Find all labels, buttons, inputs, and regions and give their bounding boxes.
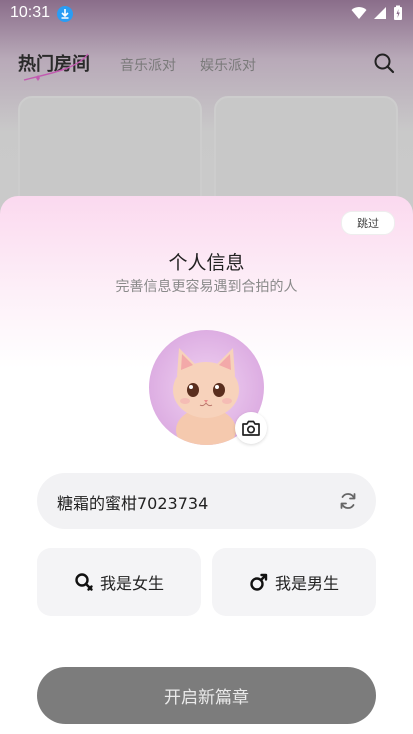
- battery-icon: [394, 5, 402, 20]
- sheet-subtitle: 完善信息更容易遇到合拍的人: [115, 279, 298, 295]
- tab-music-party[interactable]: 音乐派对: [120, 55, 176, 75]
- profile-sheet: 跳过 个人信息 完善信息更容易遇到合拍的人 糖霜的蜜柑7023734 我是女生 …: [0, 196, 413, 734]
- status-icons: [351, 5, 403, 21]
- nickname-field[interactable]: 糖霜的蜜柑7023734: [37, 473, 376, 529]
- male-label: 我是男生: [274, 574, 339, 593]
- download-icon: [57, 6, 73, 22]
- status-time: 10:31: [10, 4, 51, 21]
- tab-underline-decoration: [23, 53, 89, 81]
- search-icon[interactable]: [373, 52, 395, 74]
- room-card[interactable]: [214, 96, 398, 210]
- female-button[interactable]: 我是女生: [37, 548, 201, 616]
- sheet-title: 个人信息: [168, 252, 245, 274]
- tab-entertainment-party[interactable]: 娱乐派对: [200, 55, 256, 75]
- status-bar: 10:31: [0, 0, 413, 28]
- room-card[interactable]: [18, 96, 202, 210]
- camera-icon: [242, 420, 260, 436]
- start-button[interactable]: 开启新篇章: [37, 667, 376, 724]
- female-label: 我是女生: [99, 574, 164, 593]
- skip-button[interactable]: 跳过: [341, 211, 395, 235]
- male-icon: [250, 573, 268, 591]
- nickname-value: 糖霜的蜜柑7023734: [57, 494, 209, 513]
- female-icon: [75, 573, 93, 591]
- refresh-icon[interactable]: [338, 491, 358, 511]
- signal-icon: [374, 7, 386, 19]
- room-tabs: 热门房间 音乐派对 娱乐派对: [0, 48, 413, 81]
- camera-button[interactable]: [235, 412, 267, 444]
- male-button[interactable]: 我是男生: [212, 548, 376, 616]
- avatar-picker[interactable]: [149, 330, 267, 445]
- wifi-icon: [351, 7, 367, 20]
